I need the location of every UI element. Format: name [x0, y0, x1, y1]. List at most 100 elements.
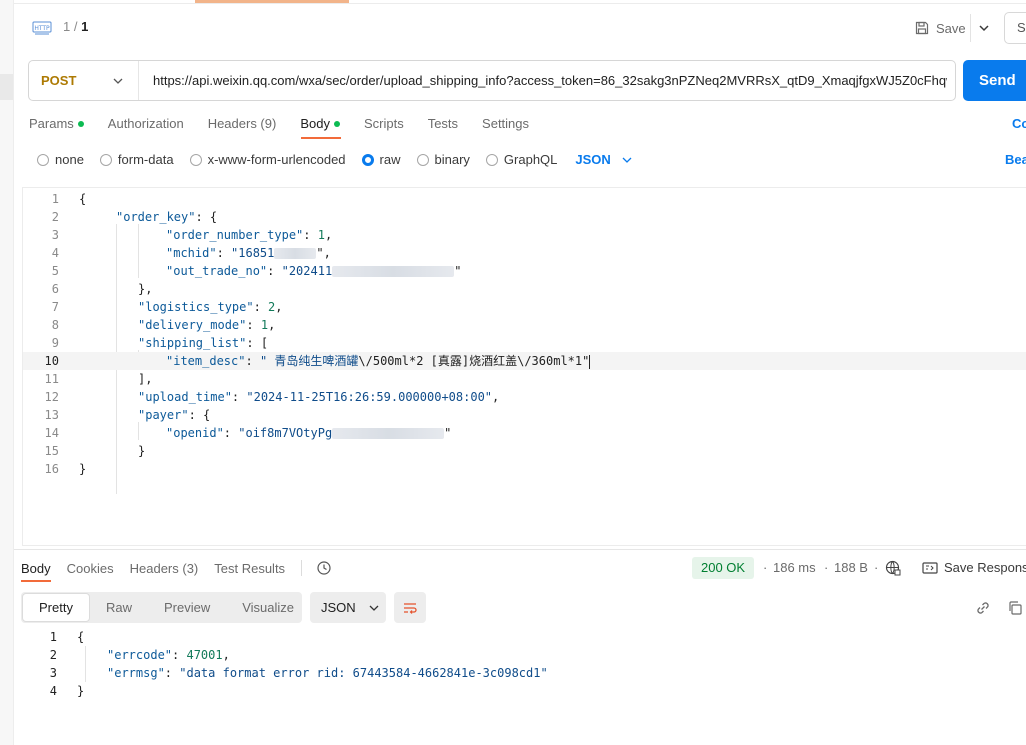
code-line: 6},	[51, 282, 153, 296]
chevron-down-icon	[113, 78, 123, 84]
json-key: "logistics_type"	[138, 300, 254, 314]
share-button[interactable]: S	[1004, 12, 1026, 44]
tab-tests[interactable]: Tests	[428, 116, 458, 131]
method-select[interactable]: POST	[29, 61, 139, 100]
response-code-line: 1{	[49, 630, 85, 644]
tab-label: Tests	[427, 116, 459, 131]
response-divider[interactable]	[14, 549, 1026, 550]
sidebar-marker	[0, 74, 13, 100]
radio-label: none	[55, 152, 84, 167]
radio-circle-checked	[361, 153, 374, 166]
tab-bar-border	[14, 3, 1026, 4]
radio-graphql[interactable]: GraphQL	[485, 152, 558, 167]
json-key: "delivery_mode"	[138, 318, 247, 332]
radio-none[interactable]: none	[37, 152, 84, 167]
tab-params[interactable]: Params	[29, 116, 84, 131]
tab-authorization[interactable]: Authorization	[108, 116, 184, 131]
left-sidebar-edge	[0, 0, 14, 745]
method-label: POST	[41, 73, 77, 88]
share-label: S	[1017, 20, 1026, 35]
resp-tab-cookies[interactable]: Cookies	[67, 561, 114, 576]
tab-headers[interactable]: Headers (9)	[208, 116, 277, 131]
radio-form-data[interactable]: form-data	[99, 152, 174, 167]
resp-tab-headers[interactable]: Headers (3)	[130, 561, 199, 576]
tab-settings[interactable]: Settings	[482, 116, 529, 131]
radio-circle	[416, 153, 429, 166]
active-tab-underline	[301, 137, 341, 139]
response-format-select[interactable]: JSON	[310, 592, 386, 623]
chevron-down-icon	[369, 605, 379, 611]
json-key: "item_desc"	[166, 354, 246, 368]
code-line: 14 "openid": "oif8m7VOtyPg "	[44, 426, 452, 440]
resp-tab-test-results[interactable]: Test Results	[214, 561, 285, 576]
request-tabs: Params Authorization Headers (9) Body Sc…	[29, 116, 553, 131]
copy-icon[interactable]	[1007, 600, 1023, 616]
code-line: 5 "out_trade_no": "202411 "	[51, 264, 462, 278]
code-line: 11],	[44, 372, 153, 386]
params-indicator-dot	[77, 120, 84, 127]
save-button[interactable]: Save	[914, 16, 966, 40]
json-key: "openid"	[166, 426, 224, 440]
tab-label: Scripts	[363, 116, 404, 131]
save-response-button[interactable]: Save Response	[922, 560, 1026, 575]
tab-scripts[interactable]: Scripts	[364, 116, 404, 131]
history-icon[interactable]	[316, 560, 332, 576]
network-globe-icon[interactable]	[885, 560, 901, 576]
code-line-active: 10 "item_desc": " 青岛纯生啤酒罐\/500ml*2 [真露]烧酒…	[23, 352, 1026, 370]
code-line: 2 "order_key": {	[51, 210, 218, 224]
link-icon[interactable]	[975, 600, 991, 616]
response-format-label: JSON	[321, 600, 356, 615]
redacted-value	[332, 428, 445, 439]
radio-label: GraphQL	[503, 152, 558, 167]
json-key: "order_key"	[116, 210, 196, 224]
response-code-line: 2 "errcode": 47001,	[49, 648, 230, 662]
view-visualize[interactable]: Visualize	[226, 592, 310, 623]
resp-tab-body[interactable]: Body	[21, 561, 51, 576]
url-input[interactable]: https://api.weixin.qq.com/wxa/sec/order/…	[139, 73, 947, 88]
response-meta: ·	[763, 560, 768, 575]
code-line: 4 "mchid": "16851 ",	[51, 246, 331, 260]
json-value: "202411	[281, 264, 333, 278]
json-key: "order_number_type"	[166, 228, 304, 242]
tab-label: Body	[300, 116, 330, 131]
radio-circle	[485, 153, 498, 166]
radio-binary[interactable]: binary	[416, 152, 470, 167]
response-size[interactable]: 188 B	[834, 560, 868, 575]
json-value: "data format error rid: 67443584-4662841…	[179, 666, 548, 680]
view-pretty[interactable]: Pretty	[22, 593, 90, 622]
radio-raw[interactable]: raw	[361, 152, 401, 167]
json-value: 1	[317, 228, 325, 242]
radio-urlencoded[interactable]: x-www-form-urlencoded	[189, 152, 346, 167]
json-value: 47001	[186, 648, 223, 662]
header-separator	[970, 14, 971, 42]
send-button[interactable]: Send	[963, 60, 1026, 101]
code-line: 1{	[51, 192, 87, 206]
request-body-editor[interactable]: 1{ 2 "order_key": { 3 "order_number_type":…	[22, 187, 1026, 546]
response-code-line: 4}	[49, 684, 85, 698]
response-time[interactable]: 186 ms	[773, 560, 816, 575]
code-line: 7 "logistics_type": 2,	[51, 300, 283, 314]
view-mode-toggle: Pretty Raw Preview Visualize	[21, 592, 302, 623]
code-line: 3 "order_number_type": 1,	[51, 228, 333, 242]
breadcrumb-separator: /	[73, 19, 78, 34]
json-value: " 青岛纯生啤酒罐	[259, 354, 359, 368]
save-response-label: Save Response	[944, 560, 1026, 575]
redacted-value	[332, 266, 455, 277]
request-breadcrumb: 1 / 1	[63, 19, 88, 34]
radio-label: raw	[379, 152, 401, 167]
cookies-link[interactable]: Co	[1012, 116, 1026, 131]
status-badge[interactable]: 200 OK	[692, 557, 755, 579]
view-raw[interactable]: Raw	[90, 592, 148, 623]
save-icon	[915, 21, 929, 35]
view-preview[interactable]: Preview	[148, 592, 226, 623]
tab-body[interactable]: Body	[300, 116, 340, 131]
code-line: 12 "upload_time": "2024-11-25T16:26:59.00…	[44, 390, 500, 404]
svg-text:HTTP: HTTP	[34, 25, 50, 32]
save-label: Save	[936, 20, 966, 36]
body-format-select[interactable]: JSON	[575, 152, 632, 167]
http-icon: HTTP	[32, 21, 52, 35]
json-key: "errmsg"	[107, 666, 165, 680]
wrap-lines-button[interactable]	[394, 592, 426, 623]
beautify-link[interactable]: Bea	[1005, 152, 1026, 167]
save-options-chevron-icon[interactable]	[976, 20, 992, 36]
